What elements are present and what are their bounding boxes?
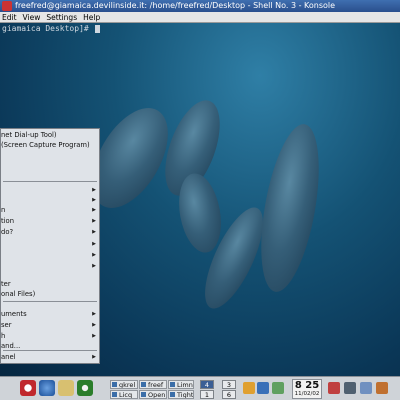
menu-item[interactable]: onal Files) <box>1 289 99 299</box>
tray-icon[interactable] <box>360 382 372 394</box>
window-titlebar[interactable]: freefred@giamaica.devilinside.it: /home/… <box>0 0 400 12</box>
pager-desktop[interactable]: 1 <box>200 390 214 399</box>
menu-item[interactable]: ▶ <box>1 250 99 260</box>
terminal-prompt: giamaica Desktop]# <box>2 24 100 33</box>
browser-icon[interactable] <box>39 380 55 396</box>
menu-help[interactable]: Help <box>83 12 100 23</box>
menu-item[interactable]: do? ▶ <box>1 227 99 237</box>
task-limn[interactable]: Limn <box>168 380 194 389</box>
menu-separator <box>3 301 97 302</box>
clock-time: 8 25 <box>294 380 320 391</box>
menu-item[interactable]: h ▶ <box>1 331 99 341</box>
menu-item[interactable]: ▶ <box>1 261 99 271</box>
text-cursor <box>94 24 100 33</box>
task-gkrellm[interactable]: gkrel <box>110 380 138 389</box>
tray-icon[interactable] <box>243 382 255 394</box>
clock[interactable]: 8 25 11/02/02 <box>292 379 322 399</box>
tray-icon[interactable] <box>272 382 284 394</box>
menu-item[interactable]: net Dial-up Tool) <box>1 130 99 140</box>
clock-date: 11/02/02 <box>294 391 320 397</box>
menu-item[interactable]: ter <box>1 279 99 289</box>
menu-settings[interactable]: Settings <box>46 12 77 23</box>
task-konsole[interactable]: freef <box>139 380 167 389</box>
menu-edit[interactable]: Edit <box>2 12 17 23</box>
menu-item[interactable]: ser ▶ <box>1 320 99 330</box>
menu-item[interactable]: ▶ <box>1 195 99 205</box>
menu-item[interactable]: ▶ <box>1 185 99 195</box>
opera-icon[interactable] <box>20 380 36 396</box>
menu-item[interactable]: (Screen Capture Program) <box>1 140 99 150</box>
tray-icon[interactable] <box>344 382 356 394</box>
pager-desktop[interactable]: 6 <box>222 390 236 399</box>
k-menu: net Dial-up Tool) (Screen Capture Progra… <box>0 128 100 364</box>
menu-item[interactable]: n ▶ <box>1 205 99 215</box>
menu-item[interactable]: ▶ <box>1 239 99 249</box>
mail-icon[interactable] <box>58 380 74 396</box>
menu-item[interactable]: uments ▶ <box>1 309 99 319</box>
tray-icon[interactable] <box>257 382 269 394</box>
task-tight[interactable]: Tight <box>168 390 194 399</box>
pager-desktop[interactable]: 3 <box>222 380 236 389</box>
konsole-icon[interactable] <box>2 1 12 11</box>
wallpaper-dolphin <box>173 170 227 256</box>
web-icon[interactable] <box>77 380 93 396</box>
menu-separator <box>3 350 97 351</box>
pager-desktop[interactable]: 4 <box>200 380 214 389</box>
menu-item[interactable]: anel ▶ <box>1 352 99 362</box>
menu-separator <box>3 181 97 182</box>
wallpaper-dolphin <box>250 119 330 297</box>
task-open[interactable]: Open <box>139 390 167 399</box>
menu-view[interactable]: View <box>23 12 41 23</box>
tray-icon[interactable] <box>376 382 388 394</box>
task-licq[interactable]: Licq <box>110 390 138 399</box>
menubar: Edit View Settings Help <box>0 12 400 23</box>
tray-icon[interactable] <box>328 382 340 394</box>
kde-panel: gkrel Licq freef Open Limn Tight 4 3 1 6… <box>0 376 400 400</box>
menu-item[interactable]: tion ▶ <box>1 216 99 226</box>
window-title: freefred@giamaica.devilinside.it: /home/… <box>15 1 336 10</box>
